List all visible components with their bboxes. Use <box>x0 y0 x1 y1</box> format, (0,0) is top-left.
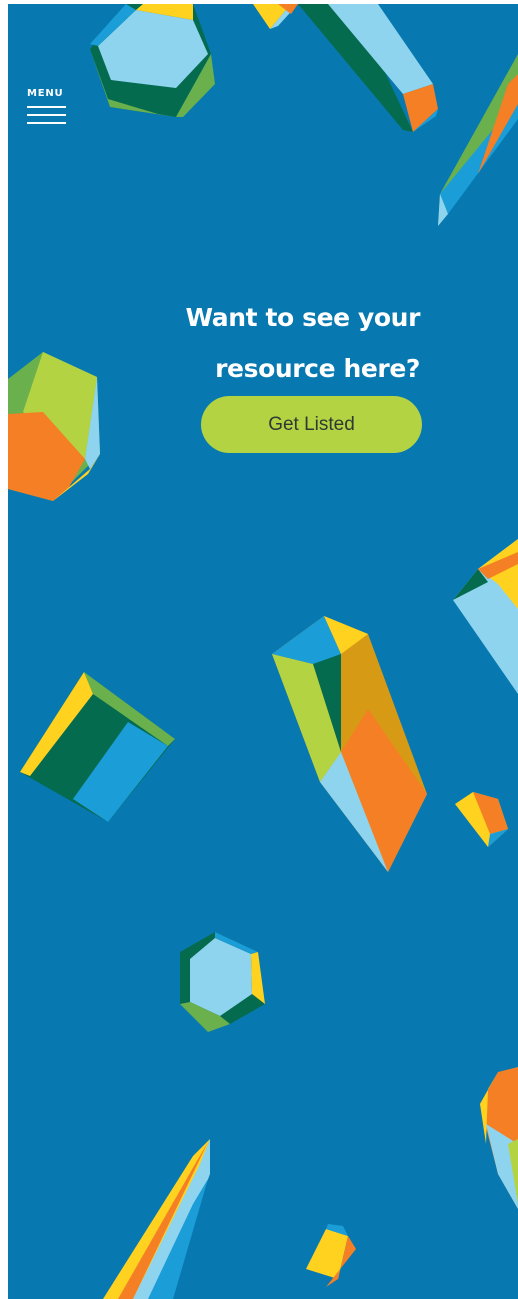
crystal-hexagon-left <box>8 352 100 501</box>
crystal-shard-bottom <box>103 1139 210 1299</box>
page: MENU Want to see your resource here? Get… <box>8 4 518 1299</box>
crystal-shard-right <box>438 54 518 226</box>
menu-label: MENU <box>27 88 64 99</box>
crystal-prism-top-right <box>298 4 438 132</box>
crystal-hexagon-top <box>90 4 215 117</box>
cta-heading: Want to see your resource here? <box>185 292 420 394</box>
crystal-small-shard-bottom <box>306 1224 356 1287</box>
crystal-right-lower <box>480 1067 518 1209</box>
menu-button[interactable]: MENU <box>27 88 69 134</box>
crystal-cube-left <box>20 672 175 822</box>
decorative-crystal-background <box>8 4 518 1299</box>
hamburger-icon <box>27 106 69 124</box>
get-listed-button[interactable]: Get Listed <box>201 396 422 453</box>
crystal-hexagon-lower <box>180 932 265 1032</box>
cta-heading-line-2: resource here? <box>215 354 420 383</box>
crystal-small-box-right <box>455 792 508 847</box>
cta-heading-line-1: Want to see your <box>185 303 420 332</box>
crystal-prism-center <box>272 616 427 872</box>
crystal-shard-top <box>253 4 298 29</box>
crystal-right-mid <box>453 539 518 694</box>
